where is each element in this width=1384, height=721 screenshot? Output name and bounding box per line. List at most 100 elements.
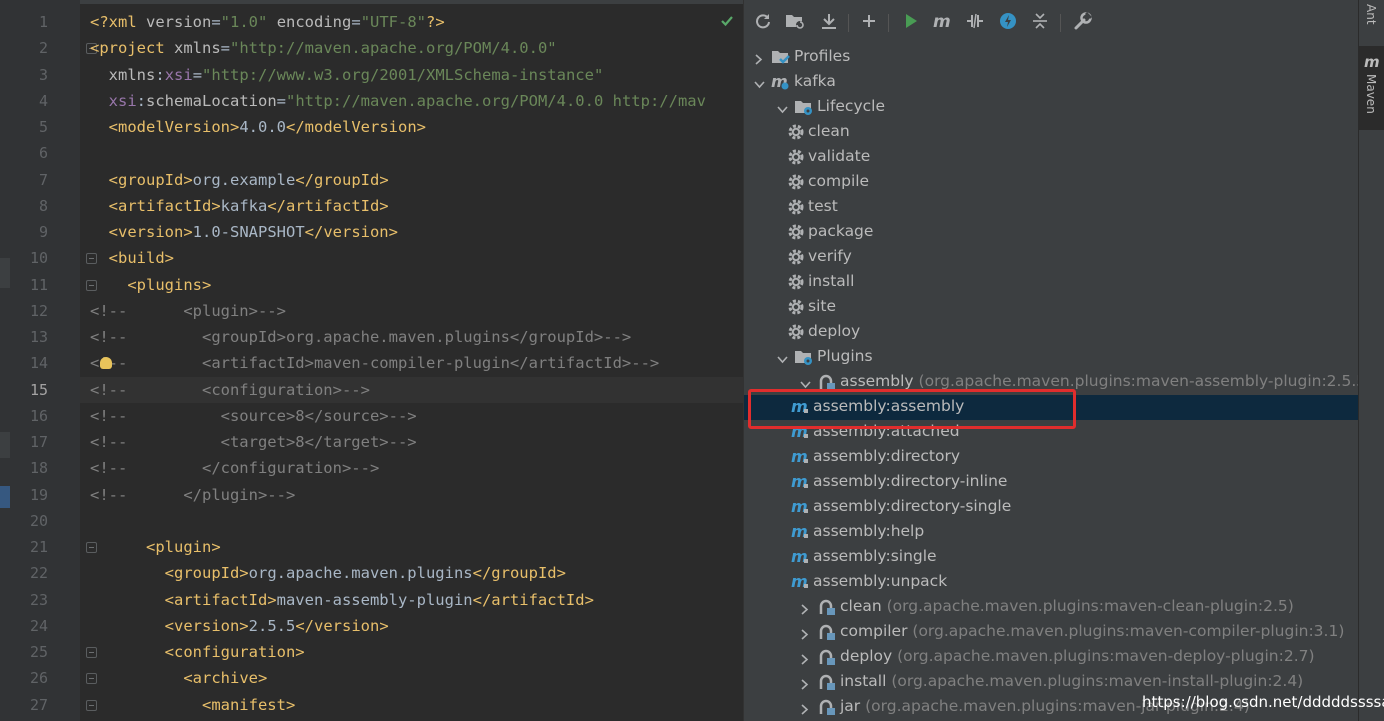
code-line[interactable]: <version>1.0-SNAPSHOT</version>	[80, 219, 743, 245]
line-number[interactable]: 19	[20, 482, 80, 508]
tree-item-assembly-unpack[interactable]: m assembly:unpack	[744, 570, 1359, 595]
line-number[interactable]: 25	[20, 639, 97, 665]
tree-item-test[interactable]: test	[744, 195, 1359, 220]
ant-tab[interactable]: Ant	[1359, 0, 1384, 38]
execute-maven-goal-icon[interactable]: m	[932, 10, 954, 32]
code-line[interactable]: xmlns:xsi="http://www.w3.org/2001/XMLSch…	[80, 62, 743, 88]
code-line[interactable]: <!-- <target>8</target>-->	[80, 429, 743, 455]
code-line[interactable]: <build>	[80, 245, 743, 271]
tree-item-install[interactable]: install (org.apache.maven.plugins:maven-…	[744, 670, 1359, 695]
code-line[interactable]: <archive>	[80, 665, 743, 691]
code-line[interactable]: <project xmlns="http://maven.apache.org/…	[80, 35, 743, 61]
line-number[interactable]: 21	[20, 534, 97, 560]
tree-item-assembly-directory-inline[interactable]: m assembly:directory-inline	[744, 470, 1359, 495]
tree-item-plugins[interactable]: Plugins	[744, 345, 1359, 370]
line-number[interactable]: 10	[20, 245, 97, 271]
code-line[interactable]: <modelVersion>4.0.0</modelVersion>	[80, 114, 743, 140]
tree-item-compiler[interactable]: compiler (org.apache.maven.plugins:maven…	[744, 620, 1359, 645]
code-line[interactable]: <!-- </configuration>-->	[80, 455, 743, 481]
line-number[interactable]: 26	[20, 665, 97, 691]
tree-item-assembly-help[interactable]: m assembly:help	[744, 520, 1359, 545]
toggle-offline-icon[interactable]	[964, 10, 986, 32]
chevron-right-icon[interactable]	[754, 51, 764, 65]
lightbulb-icon[interactable]	[100, 357, 112, 370]
tree-item-profiles[interactable]: Profiles	[744, 45, 1359, 70]
line-number[interactable]: 15	[20, 377, 80, 403]
line-number[interactable]: 11	[20, 272, 97, 298]
code-line[interactable]: <groupId>org.example</groupId>	[80, 167, 743, 193]
tree-item-compile[interactable]: compile	[744, 170, 1359, 195]
code-editor[interactable]: 1 2 3 4 5 6 7 8 9 10 11 12 13 14 15 16 17 18 19 20 21 22 23 24 2…	[0, 0, 743, 721]
line-number[interactable]: 18	[20, 455, 80, 481]
line-number[interactable]: 17	[20, 429, 80, 455]
settings-wrench-icon[interactable]	[1072, 10, 1094, 32]
chevron-down-icon[interactable]	[754, 76, 765, 89]
code-line[interactable]	[80, 508, 743, 534]
tree-item-verify[interactable]: verify	[744, 245, 1359, 270]
tree-item-assembly-single[interactable]: m assembly:single	[744, 545, 1359, 570]
tree-item-deploy[interactable]: deploy (org.apache.maven.plugins:maven-d…	[744, 645, 1359, 670]
line-number-gutter[interactable]: 1 2 3 4 5 6 7 8 9 10 11 12 13 14 15 16 17 18 19 20 21 22 23 24 2…	[10, 0, 97, 721]
code-line[interactable]: <manifest>	[80, 692, 743, 718]
line-number[interactable]: 22	[20, 560, 80, 586]
line-number[interactable]: 8	[20, 193, 80, 219]
line-number[interactable]: 20	[20, 508, 80, 534]
chevron-right-icon[interactable]	[800, 601, 810, 615]
tree-item-kafka[interactable]: m kafka	[744, 70, 1359, 95]
chevron-right-icon[interactable]	[800, 651, 810, 665]
maven-tab[interactable]: m Maven	[1359, 46, 1384, 130]
line-number[interactable]: 13	[20, 324, 80, 350]
tree-item-validate[interactable]: validate	[744, 145, 1359, 170]
line-number[interactable]: 2	[20, 35, 97, 61]
reload-icon[interactable]	[752, 10, 774, 32]
tree-item-clean[interactable]: clean (org.apache.maven.plugins:maven-cl…	[744, 595, 1359, 620]
line-number[interactable]: 16	[20, 403, 80, 429]
download-icon[interactable]	[818, 10, 840, 32]
plus-icon[interactable]	[858, 10, 880, 32]
tree-item-clean[interactable]: clean	[744, 120, 1359, 145]
code-area[interactable]: <?xml version="1.0" encoding="UTF-8"?> <p…	[80, 0, 743, 721]
code-line[interactable]: <version>2.5.5</version>	[80, 613, 743, 639]
line-number[interactable]: 4	[20, 88, 80, 114]
code-line[interactable]: <artifactId>kafka</artifactId>	[80, 193, 743, 219]
code-line[interactable]: <!-- <configuration>-->	[80, 376, 743, 403]
code-line[interactable]: xsi:schemaLocation="http://maven.apache.…	[80, 88, 743, 114]
chevron-right-icon[interactable]	[800, 626, 810, 640]
tree-item-site[interactable]: site	[744, 295, 1359, 320]
code-line[interactable]: <!-- <plugin>-->	[80, 298, 743, 324]
code-line[interactable]	[80, 140, 743, 166]
collapse-all-icon[interactable]	[1029, 10, 1051, 32]
line-number[interactable]: 7	[20, 167, 80, 193]
line-number[interactable]: 1	[20, 9, 80, 35]
tree-item-deploy[interactable]: deploy	[744, 320, 1359, 345]
add-folder-icon[interactable]	[784, 10, 806, 32]
code-line[interactable]: <!-- <artifactId>maven-compiler-plugin</…	[80, 350, 743, 376]
line-number[interactable]: 24	[20, 613, 80, 639]
line-number[interactable]: 9	[20, 219, 80, 245]
tree-item-install[interactable]: install	[744, 270, 1359, 295]
chevron-right-icon[interactable]	[800, 676, 810, 690]
code-line[interactable]: <?xml version="1.0" encoding="UTF-8"?>	[80, 9, 743, 35]
line-number[interactable]: 12	[20, 298, 80, 324]
line-number[interactable]: 5	[20, 114, 80, 140]
tree-item-assembly-directory-single[interactable]: m assembly:directory-single	[744, 495, 1359, 520]
run-icon[interactable]	[900, 10, 922, 32]
code-line[interactable]: <!-- </plugin>-->	[80, 482, 743, 508]
code-line[interactable]: <plugin>	[80, 534, 743, 560]
code-line[interactable]: <groupId>org.apache.maven.plugins</group…	[80, 560, 743, 586]
code-line[interactable]: <!-- <groupId>org.apache.maven.plugins</…	[80, 324, 743, 350]
chevron-down-icon[interactable]	[777, 101, 788, 114]
tree-item-package[interactable]: package	[744, 220, 1359, 245]
line-number[interactable]: 27	[20, 692, 97, 718]
code-line[interactable]: <configuration>	[80, 639, 743, 665]
line-number[interactable]: 14	[20, 350, 80, 376]
skip-tests-icon[interactable]	[997, 10, 1019, 32]
chevron-right-icon[interactable]	[800, 701, 810, 715]
tree-item-lifecycle[interactable]: Lifecycle	[744, 95, 1359, 120]
code-line[interactable]: <plugins>	[80, 272, 743, 298]
tree-item-assembly-directory[interactable]: m assembly:directory	[744, 445, 1359, 470]
line-number[interactable]: 3	[20, 62, 80, 88]
line-number[interactable]: 23	[20, 587, 80, 613]
chevron-down-icon[interactable]	[800, 376, 811, 389]
line-number[interactable]: 6	[20, 140, 80, 166]
